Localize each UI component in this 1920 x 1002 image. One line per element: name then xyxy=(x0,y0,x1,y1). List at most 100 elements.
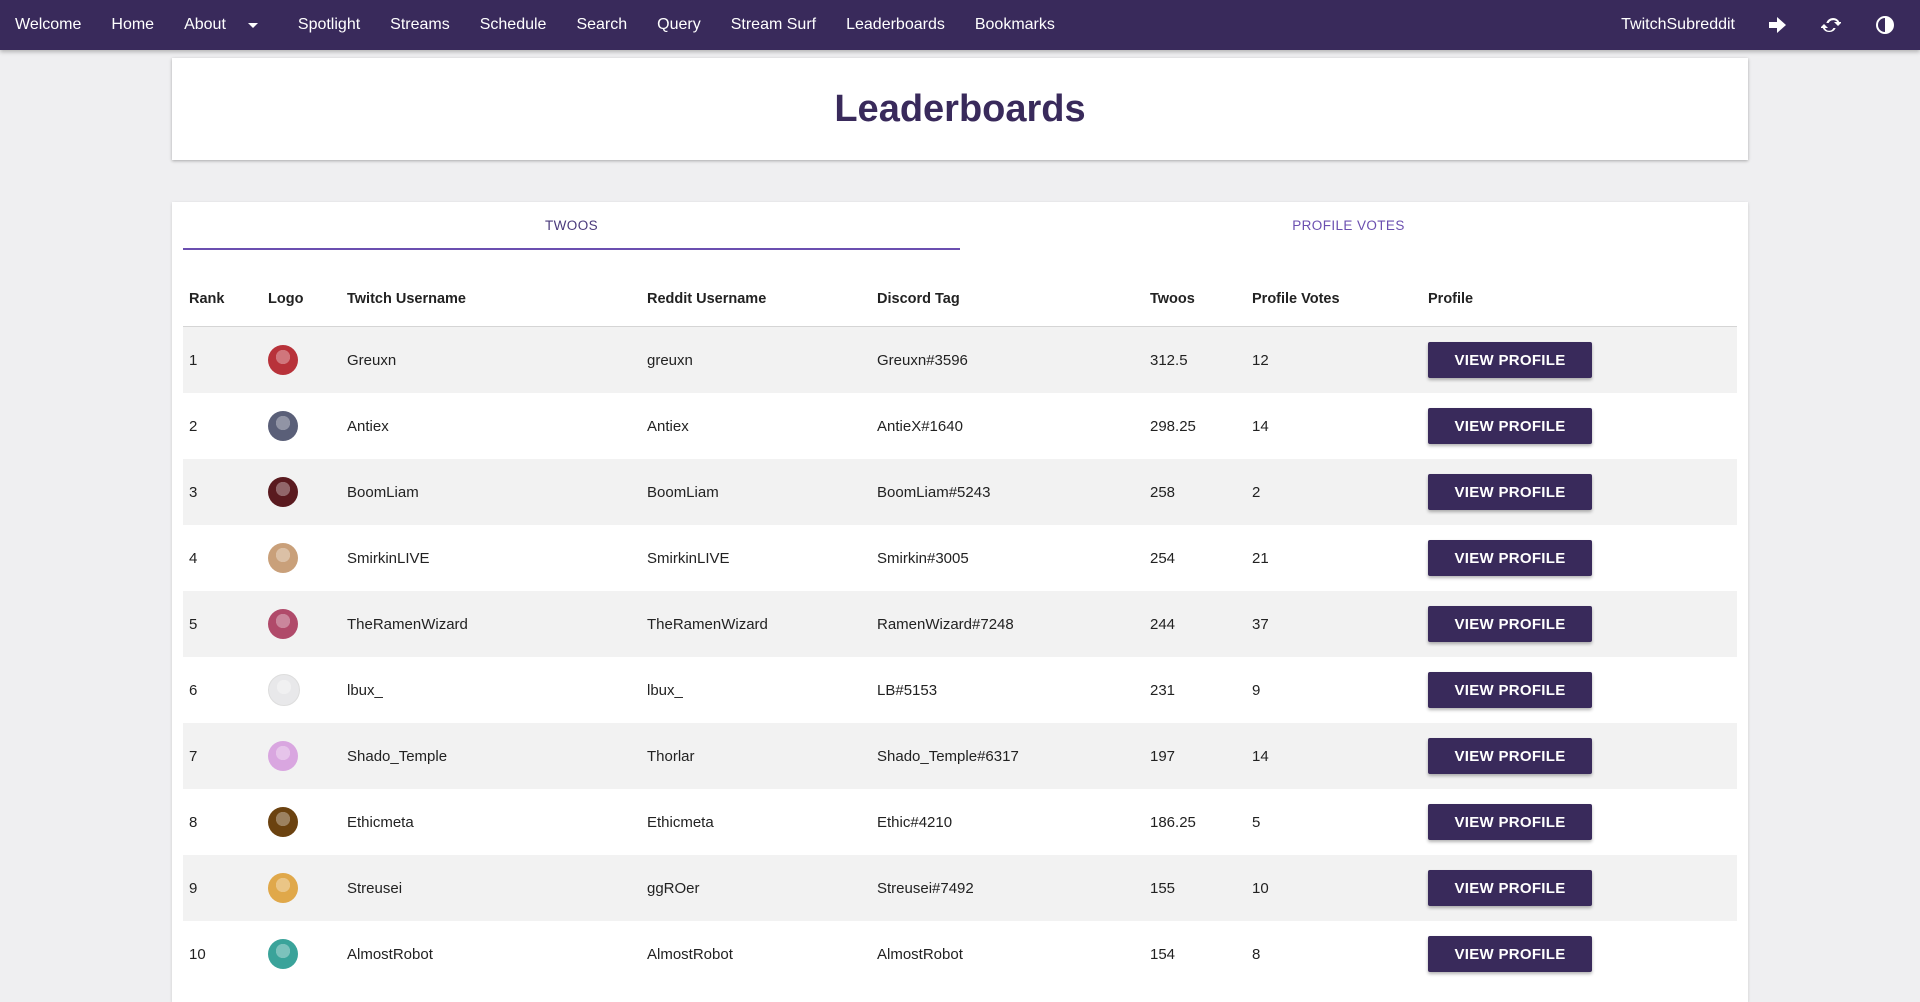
streamer-avatar[interactable] xyxy=(268,543,298,573)
view-profile-button[interactable]: VIEW PROFILE xyxy=(1428,738,1592,774)
profile-votes-cell: 12 xyxy=(1252,351,1269,369)
header-twoos[interactable]: Twoos xyxy=(1144,272,1246,327)
view-profile-button[interactable]: VIEW PROFILE xyxy=(1428,870,1592,906)
table-row: 3 BoomLiam BoomLiam BoomLiam#5243 258 2 VIEW P… xyxy=(183,459,1737,525)
reddit-username-cell: Thorlar xyxy=(647,747,695,765)
view-profile-button[interactable]: VIEW PROFILE xyxy=(1428,804,1592,840)
nav-search[interactable]: Search xyxy=(561,0,642,50)
profile-cell: VIEW PROFILE xyxy=(1422,657,1737,723)
profile-cell: VIEW PROFILE xyxy=(1422,327,1737,394)
rank-cell: 3 xyxy=(189,483,198,501)
nav-about-dropdown[interactable]: About xyxy=(169,0,273,50)
discord-tag-cell: LB#5153 xyxy=(877,681,938,699)
profile-votes-cell: 9 xyxy=(1252,681,1261,699)
table-row: 7 Shado_Temple Thorlar Shado_Temple#6317 197… xyxy=(183,723,1737,789)
profile-cell: VIEW PROFILE xyxy=(1422,591,1737,657)
reddit-username-cell: greuxn xyxy=(647,351,693,369)
rank-cell: 7 xyxy=(189,747,198,765)
view-profile-button[interactable]: VIEW PROFILE xyxy=(1428,474,1592,510)
logo-cell xyxy=(262,393,341,459)
twitch-username-cell: Shado_Temple xyxy=(347,747,448,765)
view-profile-button[interactable]: VIEW PROFILE xyxy=(1428,936,1592,972)
leaderboard-tabs: TWOOS PROFILE VOTES xyxy=(183,202,1737,250)
refresh-icon[interactable] xyxy=(1804,0,1858,50)
streamer-avatar[interactable] xyxy=(268,873,298,903)
table-row: 9 Streusei ggROer Streusei#7492 155 10 VIEW PR… xyxy=(183,855,1737,921)
table-header-row: Rank Logo Twitch Username Reddit Usernam… xyxy=(183,272,1737,327)
nav-query[interactable]: Query xyxy=(642,0,716,50)
brand-link[interactable]: TwitchSubreddit xyxy=(1606,0,1750,50)
streamer-avatar[interactable] xyxy=(268,939,298,969)
view-profile-button[interactable]: VIEW PROFILE xyxy=(1428,342,1592,378)
view-profile-button[interactable]: VIEW PROFILE xyxy=(1428,606,1592,642)
page-container: Leaderboards TWOOS PROFILE VOTES Rank Lo… xyxy=(172,50,1748,1002)
sign-in-icon[interactable] xyxy=(1750,0,1804,50)
header-reddit-username[interactable]: Reddit Username xyxy=(641,272,871,327)
rank-cell: 1 xyxy=(189,351,198,369)
profile-cell: VIEW PROFILE xyxy=(1422,921,1737,987)
twitch-username-cell: Ethicmeta xyxy=(347,813,414,831)
contrast-icon[interactable] xyxy=(1858,0,1912,50)
reddit-username-cell: Ethicmeta xyxy=(647,813,714,831)
view-profile-button[interactable]: VIEW PROFILE xyxy=(1428,672,1592,708)
nav-schedule[interactable]: Schedule xyxy=(465,0,562,50)
nav-streams[interactable]: Streams xyxy=(375,0,465,50)
streamer-avatar[interactable] xyxy=(268,609,298,639)
header-rank[interactable]: Rank xyxy=(183,272,262,327)
discord-tag-cell: BoomLiam#5243 xyxy=(877,483,991,501)
profile-votes-cell: 21 xyxy=(1252,549,1269,567)
streamer-avatar[interactable] xyxy=(268,345,298,375)
nav-stream-surf[interactable]: Stream Surf xyxy=(716,0,831,50)
header-twitch-username[interactable]: Twitch Username xyxy=(341,272,641,327)
streamer-avatar[interactable] xyxy=(268,477,298,507)
nav-home[interactable]: Home xyxy=(96,0,169,50)
streamer-avatar[interactable] xyxy=(268,674,300,706)
header-discord-tag[interactable]: Discord Tag xyxy=(871,272,1144,327)
header-profile-votes[interactable]: Profile Votes xyxy=(1246,272,1422,327)
profile-cell: VIEW PROFILE xyxy=(1422,855,1737,921)
nav-welcome[interactable]: Welcome xyxy=(0,0,96,50)
twoos-cell: 312.5 xyxy=(1150,351,1188,369)
profile-votes-cell: 8 xyxy=(1252,945,1261,963)
reddit-username-cell: ggROer xyxy=(647,879,700,897)
twoos-cell: 254 xyxy=(1150,549,1176,567)
view-profile-button[interactable]: VIEW PROFILE xyxy=(1428,408,1592,444)
tab-profile-votes[interactable]: PROFILE VOTES xyxy=(960,202,1737,250)
twoos-cell: 244 xyxy=(1150,615,1176,633)
profile-cell: VIEW PROFILE xyxy=(1422,459,1737,525)
nav-bookmarks[interactable]: Bookmarks xyxy=(960,0,1070,50)
twitch-username-cell: SmirkinLIVE xyxy=(347,549,430,567)
streamer-avatar[interactable] xyxy=(268,411,298,441)
twitch-username-cell: lbux_ xyxy=(347,681,383,699)
logo-cell xyxy=(262,657,341,723)
twitch-username-cell: Greuxn xyxy=(347,351,397,369)
tab-twoos[interactable]: TWOOS xyxy=(183,202,960,250)
logo-cell xyxy=(262,591,341,657)
profile-cell: VIEW PROFILE xyxy=(1422,525,1737,591)
chevron-down-icon xyxy=(247,22,258,28)
twoos-cell: 298.25 xyxy=(1150,417,1196,435)
table-row: 5 TheRamenWizard TheRamenWizard RamenWizard… xyxy=(183,591,1737,657)
rank-cell: 4 xyxy=(189,549,198,567)
discord-tag-cell: Streusei#7492 xyxy=(877,879,974,897)
table-row: 2 Antiex Antiex AntieX#1640 298.25 14 VIEW PRO… xyxy=(183,393,1737,459)
discord-tag-cell: Ethic#4210 xyxy=(877,813,953,831)
rank-cell: 6 xyxy=(189,681,198,699)
nav-leaderboards[interactable]: Leaderboards xyxy=(831,0,960,50)
logo-cell xyxy=(262,855,341,921)
profile-votes-cell: 10 xyxy=(1252,879,1269,897)
discord-tag-cell: Greuxn#3596 xyxy=(877,351,968,369)
nav-spotlight[interactable]: Spotlight xyxy=(283,0,375,50)
streamer-avatar[interactable] xyxy=(268,741,298,771)
twoos-cell: 197 xyxy=(1150,747,1176,765)
view-profile-button[interactable]: VIEW PROFILE xyxy=(1428,540,1592,576)
reddit-username-cell: AlmostRobot xyxy=(647,945,733,963)
reddit-username-cell: Antiex xyxy=(647,417,689,435)
leaderboard-table: Rank Logo Twitch Username Reddit Usernam… xyxy=(183,272,1737,987)
discord-tag-cell: Shado_Temple#6317 xyxy=(877,747,1019,765)
rank-cell: 9 xyxy=(189,879,198,897)
table-body: 1 Greuxn greuxn Greuxn#3596 312.5 12 VIEW PROF… xyxy=(183,326,1737,987)
streamer-avatar[interactable] xyxy=(268,807,298,837)
twoos-cell: 258 xyxy=(1150,483,1176,501)
logo-cell xyxy=(262,327,341,394)
